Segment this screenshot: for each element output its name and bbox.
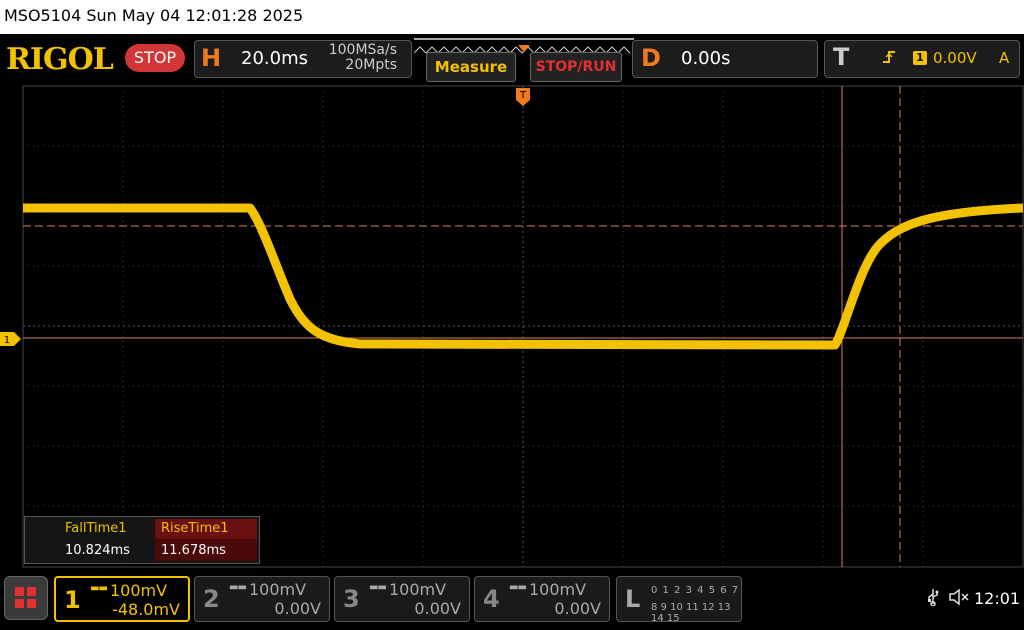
clock: 12:01 [974,589,1021,608]
channel2-scale: 100mV [249,580,307,599]
memory-depth: 20Mpts [345,57,397,73]
logic-channels-row2: 8 9 10 11 12 13 14 15 [651,602,731,624]
delay-letter: D [641,44,661,72]
channel1-offset: -48.0mV [112,600,180,619]
horizontal-letter: H [201,44,222,72]
dc-coupling-icon: ▬▬ [229,582,247,593]
delay-value: 0.00s [681,48,731,69]
dc-coupling-icon: ▬▬ [509,582,527,593]
channel3-offset: 0.00V [414,599,461,618]
measurement-panel[interactable]: FallTime1 RiseTime1 10.824ms 11.678ms [24,516,260,564]
memory-timeline [413,38,634,54]
channel1-scale: 100mV [110,581,168,600]
channel1-box[interactable]: 1 ▬▬ 100mV -48.0mV [54,576,190,622]
dc-coupling-icon: ▬▬ [90,583,108,594]
rise-time-value: 11.678ms [161,543,226,558]
channel4-scale: 100mV [529,580,587,599]
trigger-level: 0.00V [933,49,977,67]
channel3-number: 3 [343,585,360,613]
horizontal-panel[interactable]: H 20.0ms 100MSa/s 20Mpts [194,40,412,78]
usb-icon [926,588,940,610]
channel4-number: 4 [483,585,500,613]
dc-coupling-icon: ▬▬ [369,582,387,593]
channel2-box[interactable]: 2 ▬▬ 100mV 0.00V [194,576,330,622]
menu-button[interactable] [4,576,48,620]
device-title: MSO5104 Sun May 04 12:01:28 2025 [4,6,304,25]
speaker-muted-icon[interactable] [948,588,970,610]
trigger-source: 1 [913,51,927,65]
channel3-scale: 100mV [389,580,447,599]
svg-text:T: T [519,90,527,101]
trigger-letter: T [833,43,850,71]
run-state-badge[interactable]: STOP [125,44,185,72]
logic-letter: L [625,585,641,613]
channel4-box[interactable]: 4 ▬▬ 100mV 0.00V [474,576,610,622]
channel1-level-marker[interactable]: 1 [0,332,22,346]
channel3-box[interactable]: 3 ▬▬ 100mV 0.00V [334,576,470,622]
logic-channels-row1: 0 1 2 3 4 5 6 7 [651,585,740,596]
measure-button[interactable]: Measure [426,52,516,82]
trigger-mode: A [999,49,1010,67]
channel4-offset: 0.00V [554,599,601,618]
channel2-offset: 0.00V [274,599,321,618]
sample-rate: 100MSa/s [328,42,397,58]
grid-menu-icon [15,587,36,608]
delay-panel[interactable]: D 0.00s [632,40,818,78]
fall-time-value: 10.824ms [65,543,130,558]
channel1-number: 1 [64,586,81,614]
channel2-number: 2 [203,585,220,613]
brand-logo: RIGOL [6,42,114,77]
rising-edge-icon [881,49,897,69]
logic-analyzer-box[interactable]: L 0 1 2 3 4 5 6 7 8 9 10 11 12 13 14 15 [616,576,742,624]
title-bar: MSO5104 Sun May 04 12:01:28 2025 [0,0,1024,34]
fall-time-label: FallTime1 [65,521,127,536]
rise-time-label: RiseTime1 [161,521,229,536]
trigger-panel[interactable]: T 1 0.00V A [824,40,1020,78]
channel1-marker-label: 1 [4,335,10,346]
waveform-display[interactable]: T [0,84,1024,568]
stop-run-button[interactable]: STOP/RUN [530,52,622,82]
timebase-value: 20.0ms [241,48,308,69]
